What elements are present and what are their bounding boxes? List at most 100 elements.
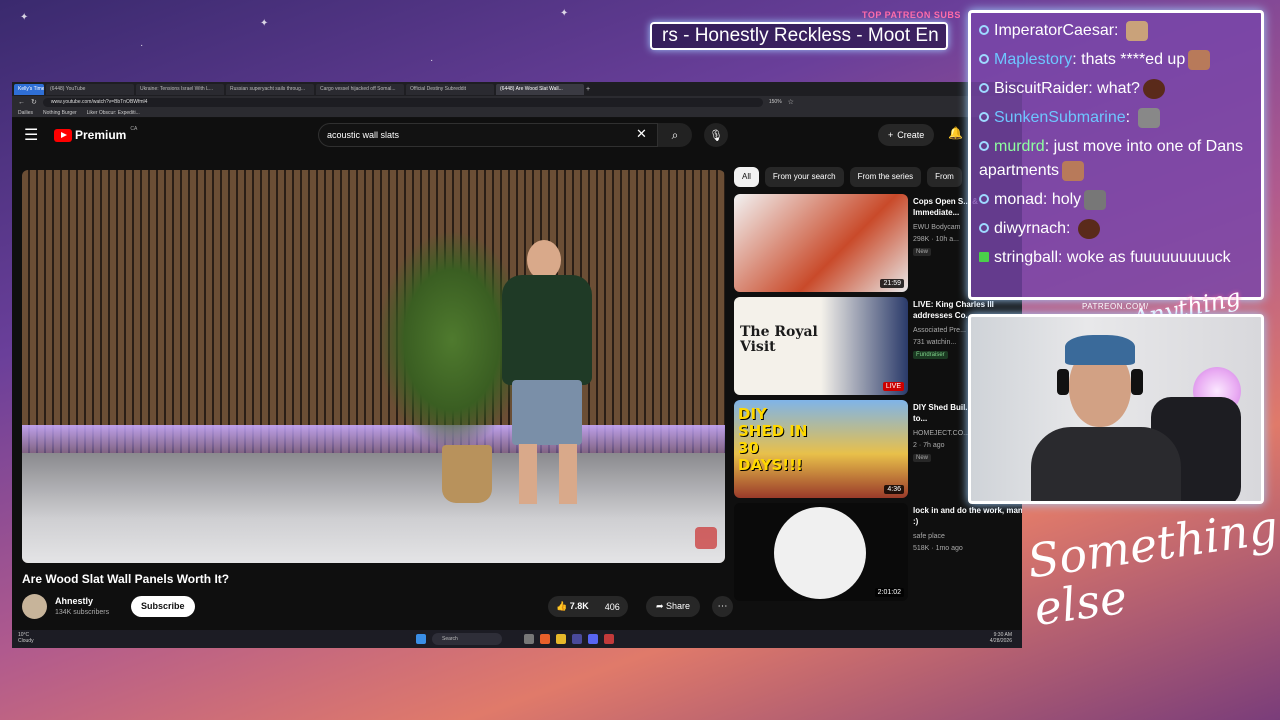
- share-button[interactable]: ➦ Share: [646, 596, 701, 617]
- region-code: CA: [130, 126, 138, 132]
- zoom-level[interactable]: 150%: [769, 99, 782, 105]
- obs-icon[interactable]: [604, 634, 614, 644]
- notifications-bell-icon[interactable]: 🔔: [948, 126, 963, 140]
- tab-wood-slat[interactable]: (6448) Are Wood Slat Wall...: [496, 83, 584, 95]
- video-player[interactable]: [22, 170, 725, 563]
- taskbar-clock[interactable]: 9:30 AM 4/28/2026: [990, 632, 1012, 644]
- like-count: 7.8K: [569, 601, 589, 611]
- webcam-feed: [968, 314, 1264, 504]
- fundraiser-badge: Fundraiser: [913, 351, 948, 359]
- emote-icon: [1077, 218, 1100, 239]
- badge-icon: [979, 54, 989, 64]
- clock-date: 4/28/2026: [989, 638, 1012, 644]
- url-field[interactable]: www.youtube.com/watch?v=BbTnOBWfml4: [42, 97, 763, 107]
- channel-watermark-icon[interactable]: [695, 527, 717, 549]
- emote-icon: [1125, 20, 1148, 41]
- search-input[interactable]: acoustic wall slats: [318, 123, 658, 147]
- plus-icon: +: [888, 130, 894, 140]
- person-leg: [559, 444, 577, 504]
- channel-avatar[interactable]: [22, 594, 47, 619]
- recommendation-meta: 518K · 1mo ago: [913, 545, 963, 552]
- recommendation-thumbnail[interactable]: DIY SHED IN 30 DAYS!!! 4:36: [734, 400, 908, 498]
- stream-chat: ImperatorCaesar: Maplestory: thats ****e…: [968, 10, 1264, 300]
- weather-widget[interactable]: 10°C Cloudy: [18, 632, 34, 644]
- channel-name[interactable]: Ahnestly: [55, 596, 93, 606]
- youtube-logo[interactable]: Premium CA: [54, 126, 138, 142]
- like-button[interactable]: 👍 7.8K: [548, 601, 597, 612]
- tab-timer[interactable]: Kelly's Timer: [14, 83, 44, 95]
- tab-youtube[interactable]: (6448) YouTube: [46, 83, 134, 95]
- badge-icon: [979, 194, 989, 204]
- star-decoration: ·: [140, 40, 144, 51]
- recommendation-channel[interactable]: HOMEJECT.CO...: [913, 430, 969, 437]
- chat-text: thats ****ed up: [1081, 51, 1186, 68]
- video-title: Are Wood Slat Wall Panels Worth It?: [22, 572, 230, 586]
- emote-icon: [1188, 49, 1211, 70]
- recommendation-channel[interactable]: EWU Bodycam: [913, 224, 960, 231]
- like-dislike-bar: 👍 7.8K 406: [548, 596, 628, 617]
- headset-icon: [1057, 369, 1069, 395]
- create-button[interactable]: + Create: [878, 124, 935, 146]
- patreon-ticker: rs - Honestly Reckless - Moot En: [650, 22, 948, 50]
- recommendation-channel[interactable]: safe place: [913, 533, 945, 540]
- bookmark-dailies[interactable]: Dailies: [18, 110, 33, 116]
- search-icon: ⌕: [671, 127, 679, 142]
- recommendation-meta: 731 watchin...: [913, 339, 957, 346]
- chat-username: Maplestory: [994, 51, 1073, 68]
- logo-text: Premium: [75, 128, 127, 142]
- recommendation-channel[interactable]: Associated Pre...: [913, 327, 966, 334]
- taskbar-search[interactable]: Search: [432, 633, 502, 645]
- kick-badge-icon: [979, 252, 989, 262]
- chat-text: what?: [1097, 80, 1140, 97]
- thumbnail-text: The Royal Visit: [740, 324, 818, 355]
- chip-from-search[interactable]: From your search: [764, 167, 844, 187]
- task-view-icon[interactable]: [524, 634, 534, 644]
- back-icon[interactable]: ←: [18, 99, 25, 106]
- menu-icon[interactable]: ☰: [24, 125, 54, 145]
- thumbnail-text: DIY SHED IN 30 DAYS!!!: [738, 405, 808, 474]
- recommendation-thumbnail[interactable]: The Royal Visit LIVE: [734, 297, 908, 395]
- file-explorer-icon[interactable]: [556, 634, 566, 644]
- subscriber-count: 134K subscribers: [55, 609, 110, 616]
- dislike-button[interactable]: 406: [597, 602, 628, 612]
- mic-icon: 🎙: [709, 129, 723, 142]
- reload-icon[interactable]: ↻: [31, 98, 37, 106]
- tab-destiny[interactable]: Official Destiny Subreddit: [406, 83, 494, 95]
- recommendation-title[interactable]: lock in and do the work, man :): [913, 505, 1022, 527]
- firefox-icon[interactable]: [540, 634, 550, 644]
- chat-message: stringball: woke as fuuuuuuuuuck: [979, 246, 1253, 270]
- chat-username: diwyrnach: [994, 220, 1067, 237]
- tab-cargo[interactable]: Cargo vessel hijacked off Somal...: [316, 83, 404, 95]
- recommendation-thumbnail[interactable]: 2:01:02: [734, 503, 908, 601]
- clear-search-icon[interactable]: ✕: [636, 126, 647, 142]
- app-icon[interactable]: [572, 634, 582, 644]
- chip-from-series[interactable]: From the series: [849, 167, 922, 187]
- discord-icon[interactable]: [588, 634, 598, 644]
- voice-search-button[interactable]: 🎙: [704, 123, 728, 147]
- vinyl-record-icon: [774, 507, 866, 599]
- person-head: [527, 240, 561, 280]
- tab-superyacht[interactable]: Russian superyacht sails throug...: [226, 83, 314, 95]
- chip-all[interactable]: All: [734, 167, 759, 187]
- bookmark-nothing-burger[interactable]: Nothing Burger: [43, 110, 77, 116]
- channel-row: Ahnestly 134K subscribers Subscribe 👍 7.…: [22, 594, 733, 622]
- chip-from[interactable]: From: [927, 167, 962, 187]
- windows-taskbar: 10°C Cloudy Search 9:30 AM 4/28/2026: [12, 630, 1022, 648]
- create-label: Create: [897, 130, 925, 140]
- search-button[interactable]: ⌕: [658, 123, 692, 147]
- badge-icon: [979, 112, 989, 122]
- chat-username: BiscuitRaider: [994, 80, 1089, 97]
- more-actions-button[interactable]: ⋯: [712, 596, 733, 617]
- subscribe-button[interactable]: Subscribe: [131, 596, 195, 617]
- recommendation-item[interactable]: 2:01:02 lock in and do the work, man :) …: [734, 503, 1022, 601]
- new-tab-icon[interactable]: +: [586, 86, 590, 93]
- recommendation-thumbnail[interactable]: 21:59: [734, 194, 908, 292]
- tab-ukraine[interactable]: Ukraine: Tensions Israel With L...: [136, 83, 224, 95]
- bookmark-star-icon[interactable]: ☆: [788, 98, 794, 106]
- youtube-header: ☰ Premium CA acoustic wall slats ✕ ⌕ 🎙 +…: [12, 118, 1022, 152]
- overlay-brand-logo: Something else: [1024, 499, 1280, 637]
- windows-start-icon[interactable]: [416, 634, 426, 644]
- star-decoration: ✦: [20, 12, 29, 23]
- bookmark-liker-obscur[interactable]: Liker Obscur: Expediti...: [87, 110, 140, 116]
- recommendation-meta: 298K · 10h a...: [913, 236, 959, 243]
